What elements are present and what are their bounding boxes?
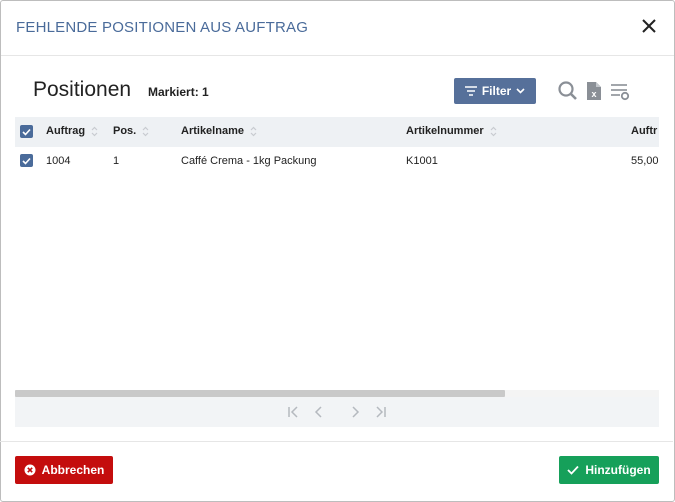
- cell-auftr: 55,00: [631, 155, 659, 167]
- sort-icon: [142, 126, 149, 136]
- column-header-artikelnummer[interactable]: Artikelnummer: [406, 125, 497, 137]
- add-button[interactable]: Hinzufügen: [559, 456, 659, 484]
- filter-button[interactable]: Filter: [454, 78, 536, 104]
- cancel-icon: [24, 464, 36, 476]
- column-header-pos[interactable]: Pos.: [113, 125, 149, 137]
- next-page-icon[interactable]: [347, 404, 363, 420]
- dialog-header: FEHLENDE POSITIONEN AUS AUFTRAG: [1, 1, 674, 56]
- chevron-down-icon: [516, 88, 525, 94]
- add-label: Hinzufügen: [585, 463, 651, 477]
- cell-artikelnummer: K1001: [406, 155, 438, 167]
- scrollbar-thumb[interactable]: [15, 390, 505, 397]
- sort-icon: [250, 126, 257, 136]
- excel-export-icon[interactable]: x: [583, 80, 605, 102]
- filter-label: Filter: [481, 84, 512, 98]
- pagination: [15, 397, 659, 427]
- cancel-button[interactable]: Abbrechen: [15, 456, 113, 484]
- first-page-icon[interactable]: [286, 404, 302, 420]
- sort-icon: [490, 126, 497, 136]
- column-header-artikelname[interactable]: Artikelname: [181, 125, 257, 137]
- cell-auftrag: 1004: [46, 155, 71, 167]
- search-icon[interactable]: [557, 80, 579, 102]
- check-icon: [22, 157, 31, 165]
- filter-icon: [464, 86, 477, 96]
- cancel-label: Abbrechen: [41, 463, 105, 477]
- check-icon: [22, 128, 31, 136]
- column-header-auftrag[interactable]: Auftrag: [46, 125, 98, 137]
- check-icon: [567, 465, 579, 475]
- select-all-checkbox[interactable]: [20, 125, 33, 138]
- close-icon[interactable]: [638, 15, 660, 37]
- sort-icon: [91, 126, 98, 136]
- section-title: Positionen: [33, 78, 132, 101]
- row-checkbox[interactable]: [20, 154, 33, 167]
- marked-count: Markiert: 1: [148, 85, 209, 99]
- last-page-icon[interactable]: [372, 404, 388, 420]
- svg-text:x: x: [591, 89, 596, 99]
- cell-artikelname: Caffé Crema - 1kg Packung: [181, 155, 317, 167]
- cell-pos: 1: [113, 155, 120, 167]
- column-header-auftr[interactable]: Auftr: [631, 125, 657, 137]
- positions-table: Auftrag Pos. Artikelname Artikelnummer A…: [15, 117, 659, 397]
- horizontal-scrollbar[interactable]: [15, 390, 659, 397]
- prev-page-icon[interactable]: [311, 404, 327, 420]
- table-row[interactable]: 1004 1 Caffé Crema - 1kg Packung K1001 5…: [15, 147, 659, 175]
- dialog-title: FEHLENDE POSITIONEN AUS AUFTRAG: [16, 19, 309, 36]
- column-settings-icon[interactable]: [609, 80, 631, 102]
- table-header: Auftrag Pos. Artikelname Artikelnummer A…: [15, 117, 659, 147]
